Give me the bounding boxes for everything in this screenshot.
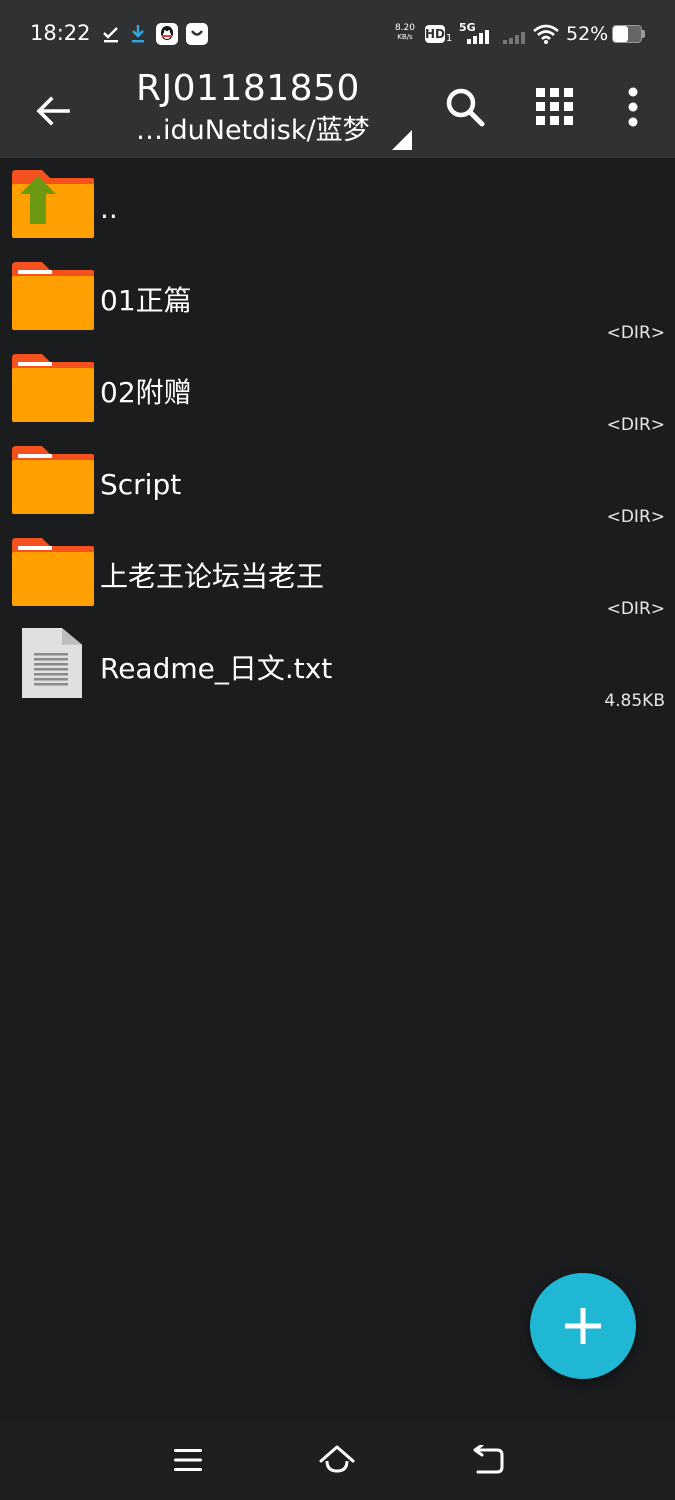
battery-percent: 52% (566, 23, 609, 45)
list-item-folder[interactable]: 01正篇 <DIR> (0, 252, 675, 344)
list-item-folder[interactable]: Script <DIR> (0, 436, 675, 528)
folder-title: RJ01181850 (136, 68, 360, 109)
network-speed-value: 8.20 (394, 23, 416, 33)
grid-view-button[interactable] (530, 82, 580, 132)
network-speed-unit: KB/s (397, 33, 413, 41)
network-speed: 8.20 KB/s (393, 23, 417, 41)
folder-icon (12, 446, 94, 514)
check-icon (103, 27, 118, 43)
status-bar: 18:22 8.20 KB/s HD 1 5G 52% (0, 0, 675, 66)
back-button[interactable] (30, 88, 76, 134)
list-item-file[interactable]: Readme_日文.txt 4.85KB (0, 620, 675, 712)
folder-icon (12, 262, 94, 330)
message-icon (186, 23, 208, 45)
file-meta: <DIR> (606, 599, 665, 619)
signal-weak-icon (503, 32, 525, 44)
list-item-folder[interactable]: 上老王论坛当老王 <DIR> (0, 528, 675, 620)
add-button[interactable] (530, 1273, 636, 1379)
hd-icon: HD 1 (425, 24, 455, 46)
folder-icon (12, 354, 94, 422)
file-list: .. 01正篇 <DIR> 02附赠 <DIR> Script <DIR> 上老… (0, 160, 675, 712)
qq-icon (156, 23, 178, 45)
home-button[interactable] (317, 1440, 357, 1480)
file-meta: <DIR> (606, 323, 665, 343)
text-file-icon (22, 628, 82, 698)
path-subtitle[interactable]: …iduNetdisk/蓝梦 (136, 114, 370, 148)
back-nav-icon (473, 1445, 504, 1474)
file-meta: <DIR> (606, 507, 665, 527)
folder-up-icon (12, 170, 94, 238)
battery-fill (613, 26, 628, 42)
file-manager-screen: 18:22 8.20 KB/s HD 1 5G 52% RJ01181850 …… (0, 0, 675, 1500)
recent-apps-button[interactable] (168, 1440, 208, 1480)
list-item-parent[interactable]: .. (0, 160, 675, 252)
file-size: 4.85KB (604, 691, 665, 711)
file-name: 上老王论坛当老王 (100, 560, 325, 593)
file-meta: <DIR> (606, 415, 665, 435)
home-icon (319, 1445, 355, 1473)
battery-icon (612, 25, 646, 43)
file-name: Readme_日文.txt (100, 652, 333, 685)
back-nav-button[interactable] (468, 1440, 508, 1480)
navigation-bar (0, 1420, 675, 1500)
hd-sub: 1 (446, 33, 453, 44)
menu-icon (174, 1449, 202, 1471)
hd-label: HD (425, 25, 446, 43)
file-name: .. (100, 192, 118, 225)
status-time: 18:22 (30, 21, 91, 45)
dropdown-triangle-icon[interactable] (392, 130, 412, 150)
more-vertical-icon (628, 87, 638, 127)
file-name: Script (100, 468, 182, 501)
arrow-left-icon (36, 96, 70, 126)
plus-icon (565, 1308, 601, 1344)
app-bar: RJ01181850 …iduNetdisk/蓝梦 (0, 66, 675, 158)
wifi-icon (533, 24, 559, 44)
signal-5g-icon: 5G (459, 22, 493, 46)
file-name: 01正篇 (100, 284, 192, 317)
search-icon (446, 88, 485, 127)
grid-icon (536, 88, 573, 125)
more-options-button[interactable] (613, 82, 653, 132)
list-item-folder[interactable]: 02附赠 <DIR> (0, 344, 675, 436)
file-name: 02附赠 (100, 376, 192, 409)
download-icon (132, 25, 144, 43)
search-button[interactable] (440, 82, 490, 132)
folder-icon (12, 538, 94, 606)
